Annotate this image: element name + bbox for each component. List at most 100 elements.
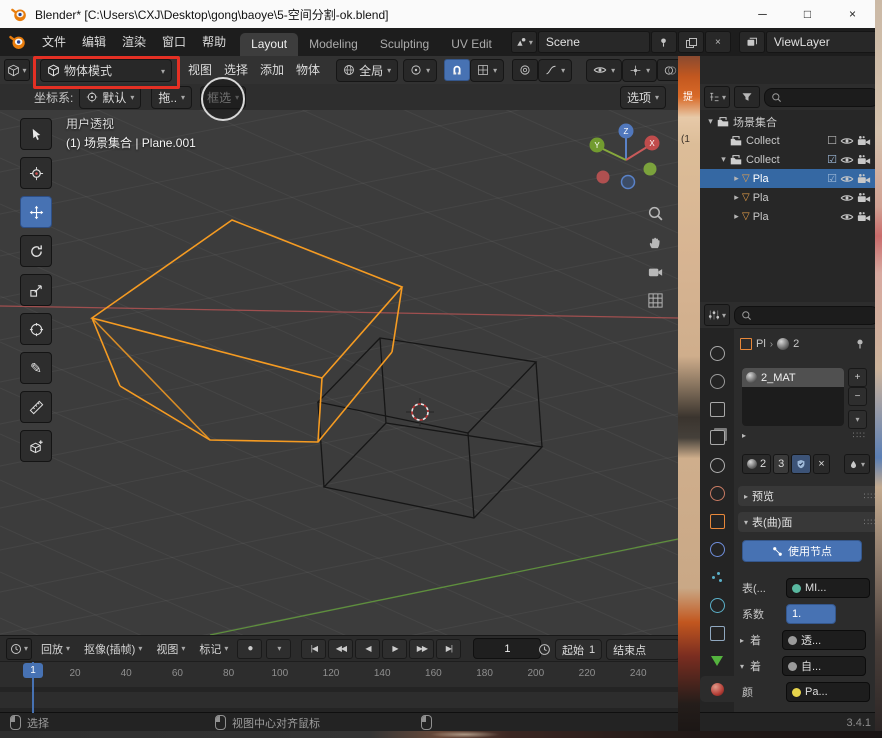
frame-start-field[interactable]: 起始 1 (555, 639, 602, 660)
tab-modifiers[interactable] (700, 536, 734, 562)
outliner-search-field[interactable] (764, 88, 875, 107)
grip-icon[interactable]: ∷∷ (853, 430, 866, 441)
surface-shader-field[interactable]: MI... (786, 578, 870, 598)
outliner-row[interactable]: ▸▽Pla (700, 188, 875, 207)
menu-select[interactable]: 选择 (218, 56, 254, 84)
outliner-row[interactable]: ▾Collect☑ (700, 150, 875, 169)
menu-help[interactable]: 帮助 (194, 28, 234, 56)
disclosure-icon[interactable]: ▸ (731, 192, 742, 203)
proportional-editing-toggle[interactable] (512, 59, 538, 81)
properties-editor-type-button[interactable] (704, 304, 730, 326)
gizmo-negy-handle[interactable] (644, 163, 657, 176)
mode-dropdown[interactable]: 物体模式 (40, 59, 172, 82)
tab-object[interactable] (700, 508, 734, 534)
pivot-point-dropdown[interactable] (403, 59, 437, 82)
playback-play-button[interactable]: ▶ (382, 639, 407, 659)
outliner-row[interactable]: ▾场景集合 (700, 112, 875, 131)
box-select-dropdown[interactable]: 框选 (200, 86, 246, 109)
expand-icon[interactable]: ▸ (742, 431, 746, 440)
eye-icon[interactable] (840, 172, 854, 186)
breadcrumb-material[interactable]: 2 (793, 338, 799, 350)
menu-keying[interactable]: 抠像(插帧) (79, 641, 147, 657)
camera-icon[interactable] (857, 210, 871, 224)
outliner-item-label[interactable]: Collect (746, 135, 780, 147)
pan-button[interactable] (642, 229, 668, 255)
use-nodes-button[interactable]: 使用节点 (742, 540, 862, 562)
outliner-filter-button[interactable] (734, 86, 760, 108)
playback-play-reverse-button[interactable]: ◀ (355, 639, 380, 659)
tab-sculpting[interactable]: Sculpting (369, 33, 440, 56)
tab-particles[interactable] (700, 564, 734, 590)
visibility-dropdown[interactable] (586, 59, 622, 82)
pin-button[interactable] (651, 31, 677, 53)
pin-icon[interactable] (854, 338, 866, 350)
menu-file[interactable]: 文件 (34, 28, 74, 56)
tab-view-layer[interactable] (700, 424, 734, 450)
black-wireframe-box[interactable] (318, 338, 542, 518)
tab-modeling[interactable]: Modeling (298, 33, 369, 56)
material-specials-button[interactable] (844, 454, 870, 474)
eye-icon[interactable] (840, 191, 854, 205)
ortho-toggle-button[interactable] (642, 287, 668, 313)
menu-marker[interactable]: 标记 (194, 641, 233, 657)
transform-tool[interactable] (20, 313, 52, 345)
snap-toggle-button[interactable] (444, 59, 470, 81)
gizmo-negz-handle[interactable] (622, 176, 635, 189)
maximize-button[interactable]: □ (785, 0, 830, 28)
material-slot-item[interactable]: 2_MAT (742, 368, 844, 387)
add-cube-tool[interactable] (20, 430, 52, 462)
snap-settings-dropdown[interactable] (470, 59, 504, 82)
disclosure-icon[interactable]: ▾ (705, 116, 716, 127)
measure-tool[interactable] (20, 391, 52, 423)
disclosure-icon[interactable]: ▾ (718, 154, 729, 165)
menu-view-timeline[interactable]: 视图 (151, 641, 190, 657)
outliner-row[interactable]: ▸▽Pla☑ (700, 169, 875, 188)
playhead-frame-badge[interactable]: 1 (23, 663, 43, 678)
view-layer-icon-button[interactable] (739, 31, 765, 53)
orange-wireframe-box[interactable] (92, 220, 402, 442)
tab-object-data[interactable] (700, 648, 734, 674)
menu-edit[interactable]: 编辑 (74, 28, 114, 56)
slot-specials-button[interactable] (848, 410, 867, 429)
gizmo-negx-handle[interactable] (597, 171, 610, 184)
tab-material[interactable] (700, 676, 734, 702)
viewport-3d[interactable]: 用户透视 (1) 场景集合 | Plane.001 (0, 110, 678, 635)
options-dropdown[interactable]: 选项 (620, 86, 666, 109)
disclosure-icon[interactable]: ▸ (731, 211, 742, 222)
unlink-material-button[interactable]: × (813, 454, 829, 474)
menu-playback[interactable]: 回放 (36, 641, 75, 657)
outliner-editor-type-button[interactable] (704, 86, 730, 108)
fake-user-button[interactable] (791, 454, 811, 474)
auto-keyframe-button[interactable]: ● (237, 639, 262, 659)
menu-add[interactable]: 添加 (254, 56, 290, 84)
gizmos-dropdown[interactable] (622, 59, 657, 82)
material-slot-list[interactable]: 2_MAT (742, 368, 844, 426)
eye-icon[interactable] (840, 210, 854, 224)
add-slot-button[interactable]: + (848, 368, 867, 387)
menu-render[interactable]: 渲染 (114, 28, 154, 56)
playback-jump-start-button[interactable]: |◀ (301, 639, 326, 659)
shader1-field[interactable]: 透... (782, 630, 866, 650)
remove-slot-button[interactable]: − (848, 387, 867, 406)
scale-tool[interactable] (20, 274, 52, 306)
scene-name-field[interactable]: Scene (538, 31, 650, 53)
playback-jump-end-button[interactable]: ▶| (436, 639, 461, 659)
color-field[interactable]: Pa... (786, 682, 870, 702)
view-layer-name-field[interactable]: ViewLayer (766, 31, 875, 53)
outliner-item-label[interactable]: Collect (746, 154, 780, 166)
scene-browse-button[interactable] (511, 31, 537, 53)
menu-object[interactable]: 物体 (290, 56, 326, 84)
editor-type-button[interactable] (4, 59, 30, 81)
move-tool[interactable] (20, 196, 52, 228)
orientation-dropdown[interactable]: 全局 (336, 59, 398, 82)
tab-scene[interactable] (700, 452, 734, 478)
eye-icon[interactable] (840, 134, 854, 148)
unlink-scene-button[interactable]: × (705, 31, 731, 53)
outliner-item-label[interactable]: Pla (753, 192, 769, 204)
minimize-button[interactable]: ─ (740, 0, 785, 28)
outliner-item-label[interactable]: Pla (753, 211, 769, 223)
annotate-tool[interactable]: ✎ (20, 352, 52, 384)
tab-output[interactable] (700, 396, 734, 422)
tab-tool[interactable] (700, 340, 734, 366)
close-button[interactable]: × (830, 0, 875, 28)
